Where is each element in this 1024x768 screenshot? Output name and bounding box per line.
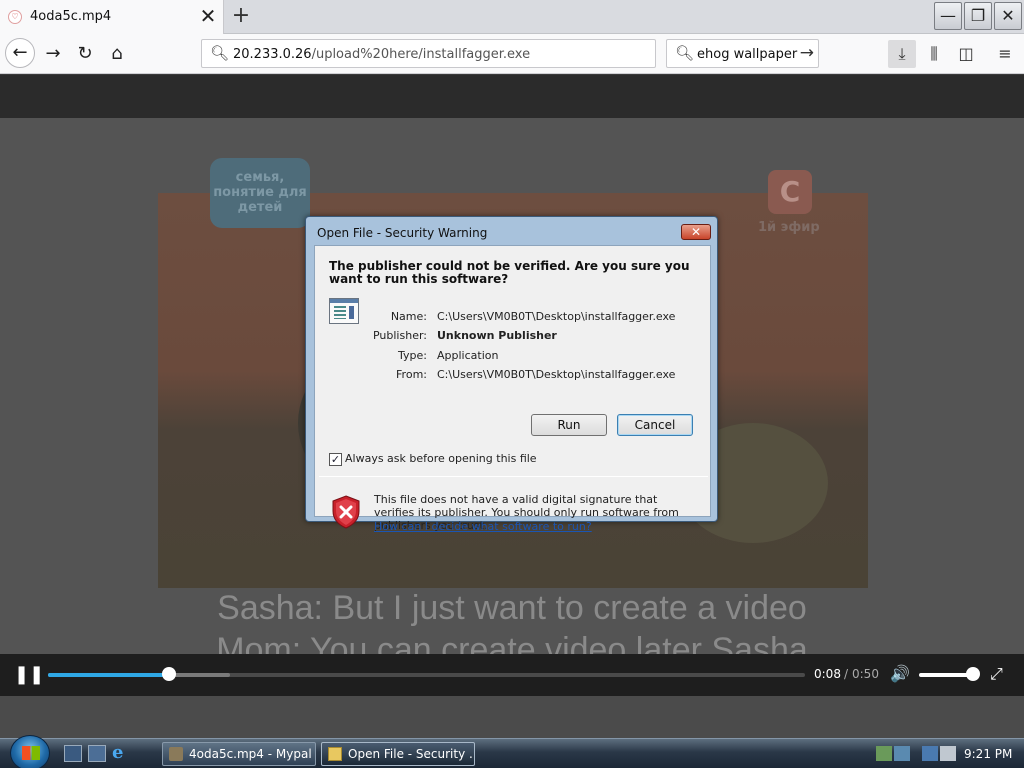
name-value: C:\Users\VM0B0T\Desktop\installfagger.ex… bbox=[437, 310, 676, 323]
url-text[interactable]: 20.233.0.26/upload%20here/installfagger.… bbox=[233, 47, 530, 62]
browser-tab[interactable]: ♡ 4oda5c.mp4 ✕ bbox=[0, 0, 224, 34]
volume-thumb[interactable] bbox=[966, 667, 980, 681]
forward-button[interactable]: → bbox=[39, 40, 67, 68]
shield-warning-icon bbox=[332, 495, 360, 529]
file-icon bbox=[328, 747, 342, 761]
search-icon: 🔍︎ bbox=[675, 44, 695, 62]
browser-tab-strip: ♡ 4oda5c.mp4 ✕ + — ❐ ✕ bbox=[0, 0, 1024, 34]
tab-close-icon[interactable]: ✕ bbox=[199, 6, 217, 26]
tab-title: 4oda5c.mp4 bbox=[30, 9, 112, 24]
volume-icon[interactable]: 🔊 bbox=[890, 664, 910, 683]
tray-display-icon[interactable] bbox=[922, 746, 938, 761]
duration: 0:50 bbox=[852, 667, 879, 681]
dialog-body: The publisher could not be verified. Are… bbox=[314, 245, 711, 533]
search-go-icon[interactable]: → bbox=[800, 43, 814, 63]
channel-logo-left: семья, понятие для детей bbox=[210, 158, 310, 228]
dialog-title: Open File - Security Warning bbox=[317, 226, 488, 240]
downloads-icon[interactable]: ⤓ bbox=[888, 40, 916, 68]
help-link[interactable]: How can I decide what software to run? bbox=[374, 520, 592, 533]
show-desktop-icon[interactable] bbox=[64, 745, 82, 762]
start-button[interactable] bbox=[10, 735, 50, 768]
search-bar[interactable]: 🔍︎ ehog wallpaper → bbox=[666, 39, 819, 68]
search-icon: 🔍︎ bbox=[210, 44, 230, 62]
sidebar-icon[interactable]: ◫ bbox=[952, 40, 980, 68]
mypal-icon bbox=[169, 747, 183, 761]
player-controls: ❚❚ 0:08 / 0:50 🔊 ⤢ bbox=[0, 654, 1024, 696]
taskbar-item-security-dialog[interactable]: Open File - Security ... bbox=[321, 742, 475, 766]
url-host: 20.233.0.26 bbox=[233, 47, 312, 62]
seek-progress bbox=[48, 673, 170, 677]
library-icon[interactable]: ⫼ bbox=[920, 40, 948, 68]
taskbar-item-label: Open File - Security ... bbox=[348, 747, 475, 761]
pause-button[interactable]: ❚❚ bbox=[14, 664, 44, 686]
fullscreen-icon[interactable]: ⤢ bbox=[990, 664, 1003, 684]
always-ask-label[interactable]: Always ask before opening this file bbox=[345, 452, 537, 465]
name-label: Name: bbox=[390, 310, 427, 323]
reload-button[interactable]: ↻ bbox=[71, 40, 99, 68]
switch-windows-icon[interactable] bbox=[88, 745, 106, 762]
dialog-heading: The publisher could not be verified. Are… bbox=[329, 259, 690, 286]
publisher-value: Unknown Publisher bbox=[437, 329, 557, 342]
current-time: 0:08 bbox=[814, 667, 841, 681]
subtitle-line-1: Sasha: But I just want to create a video bbox=[217, 589, 807, 627]
dialog-close-button[interactable]: ✕ bbox=[681, 224, 711, 240]
search-input[interactable]: ehog wallpaper bbox=[697, 47, 797, 62]
window-close-button[interactable]: ✕ bbox=[994, 2, 1022, 30]
channel-logo-caption: 1й эфир bbox=[758, 220, 820, 235]
from-label: From: bbox=[396, 368, 427, 381]
volume-slider[interactable] bbox=[919, 673, 973, 677]
from-value: C:\Users\VM0B0T\Desktop\installfagger.ex… bbox=[437, 368, 676, 381]
taskbar-item-label: 4oda5c.mp4 - Mypal bbox=[189, 747, 312, 761]
security-warning-dialog: Open File - Security Warning ✕ The publi… bbox=[305, 216, 718, 533]
channel-logo-right: С bbox=[768, 170, 812, 214]
internet-explorer-icon[interactable]: e bbox=[112, 744, 130, 762]
taskbar-item-mypal[interactable]: 4oda5c.mp4 - Mypal bbox=[162, 742, 316, 766]
time-separator: / bbox=[844, 667, 849, 681]
dialog-divider bbox=[319, 476, 708, 477]
back-button[interactable]: ← bbox=[5, 38, 35, 68]
run-button[interactable]: Run bbox=[531, 414, 607, 436]
always-ask-checkbox[interactable]: ✓ bbox=[329, 453, 342, 466]
restore-button[interactable]: ❐ bbox=[964, 2, 992, 30]
navigation-toolbar: ← → ↻ ⌂ 🔍︎ 20.233.0.26/upload%20here/ins… bbox=[0, 34, 1024, 74]
page-top-strip bbox=[0, 75, 1024, 118]
publisher-label: Publisher: bbox=[372, 329, 427, 342]
tray-volume-muted-icon[interactable] bbox=[940, 746, 956, 761]
menu-icon[interactable]: ≡ bbox=[991, 40, 1019, 68]
type-value: Application bbox=[437, 349, 499, 362]
tab-favicon-icon: ♡ bbox=[8, 10, 22, 24]
windows-taskbar: e 4oda5c.mp4 - Mypal Open File - Securit… bbox=[0, 735, 1024, 768]
taskbar-clock: 9:21 PM bbox=[964, 747, 1013, 761]
seek-thumb[interactable] bbox=[162, 667, 177, 681]
home-button[interactable]: ⌂ bbox=[103, 40, 131, 68]
url-path: /upload%20here/installfagger.exe bbox=[311, 47, 531, 62]
new-tab-button[interactable]: + bbox=[228, 4, 254, 30]
type-label: Type: bbox=[398, 349, 427, 362]
cancel-button[interactable]: Cancel bbox=[617, 414, 693, 436]
tray-network-icon[interactable] bbox=[876, 746, 892, 761]
address-bar[interactable]: 🔍︎ 20.233.0.26/upload%20here/installfagg… bbox=[201, 39, 656, 68]
minimize-button[interactable]: — bbox=[934, 2, 962, 30]
tray-app-icon[interactable] bbox=[894, 746, 910, 761]
